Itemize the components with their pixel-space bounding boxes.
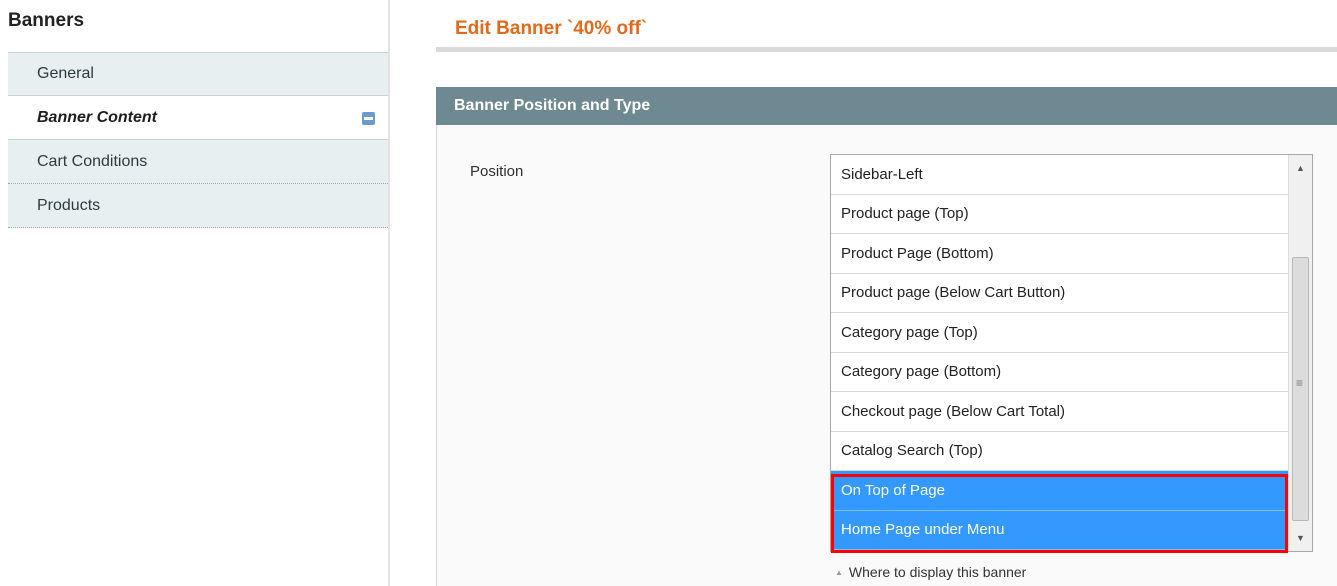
tab-banner-content-label: Banner Content [37, 108, 157, 126]
tab-general-label: General [37, 65, 94, 82]
scroll-up-arrow-icon[interactable]: ▲ [1289, 157, 1312, 179]
position-option[interactable]: Checkout page (Below Cart Total) [831, 392, 1289, 432]
section-title: Banner Position and Type [454, 97, 651, 114]
position-option[interactable]: Product page (Below Cart Button) [831, 274, 1289, 313]
position-multiselect[interactable]: Sidebar-Left Product page (Top) Product … [830, 154, 1313, 552]
position-hint-text: Where to display this banner [848, 564, 1027, 580]
position-option[interactable]: Category page (Bottom) [831, 353, 1289, 392]
sidebar-divider [388, 0, 390, 586]
position-hint: ▲ Where to display this banner [835, 564, 1026, 580]
section-header: Banner Position and Type [436, 87, 1337, 125]
page-title: Edit Banner `40% off` [455, 18, 648, 39]
sidebar: Banners General Banner Content Cart Cond… [0, 0, 390, 586]
position-option-selected[interactable]: Home Page under Menu [831, 510, 1289, 550]
scroll-down-arrow-icon[interactable]: ▼ [1289, 527, 1312, 549]
position-label: Position [470, 163, 524, 180]
position-option[interactable]: Category page (Top) [831, 313, 1289, 353]
save-icon [362, 112, 375, 125]
tab-general[interactable]: General [8, 52, 390, 96]
position-options: Sidebar-Left Product page (Top) Product … [831, 155, 1289, 550]
sidebar-title: Banners [8, 10, 85, 31]
tab-products-label: Products [37, 196, 101, 214]
listbox-scrollbar[interactable]: ▲ ▼ [1288, 155, 1312, 551]
tab-cart-conditions-label: Cart Conditions [37, 152, 148, 170]
position-option[interactable]: Product Page (Bottom) [831, 234, 1289, 274]
position-option-selected[interactable]: On Top of Page [831, 471, 1289, 511]
position-option[interactable]: Catalog Search (Top) [831, 432, 1289, 471]
hint-triangle-icon: ▲ [835, 567, 843, 577]
title-underline [436, 47, 1337, 52]
tab-banner-content[interactable]: Banner Content [8, 96, 390, 140]
scroll-thumb[interactable] [1292, 257, 1309, 521]
position-option[interactable]: Product page (Top) [831, 195, 1289, 234]
sidebar-tabs: General Banner Content Cart Conditions P… [8, 52, 390, 228]
tab-products[interactable]: Products [8, 184, 390, 228]
tab-cart-conditions[interactable]: Cart Conditions [8, 140, 390, 184]
position-option[interactable]: Sidebar-Left [831, 155, 1289, 195]
